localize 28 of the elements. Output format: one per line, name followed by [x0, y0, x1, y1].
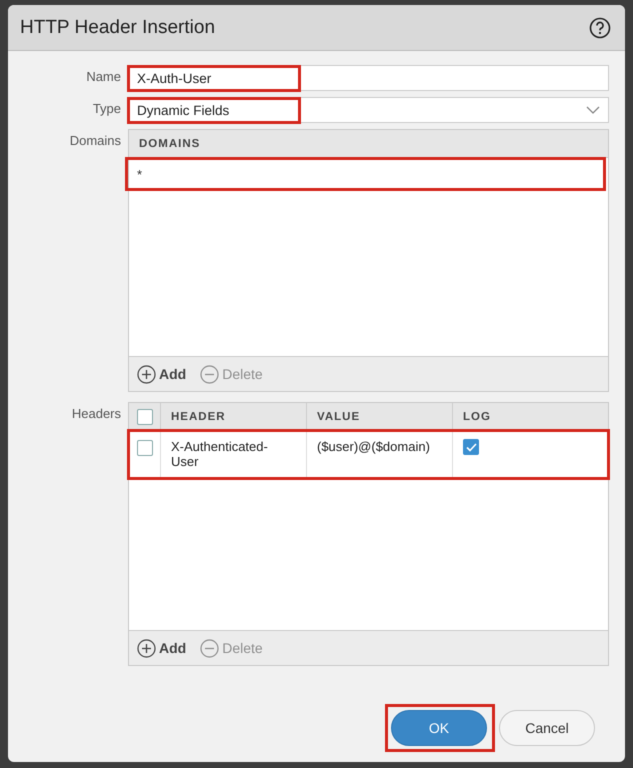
- add-button[interactable]: Add: [137, 364, 186, 384]
- field-label: Domains: [68, 132, 122, 150]
- column-header: LOG: [462, 410, 492, 424]
- help-icon[interactable]: [589, 16, 611, 38]
- cancel-button[interactable]: Cancel: [499, 710, 595, 746]
- field-label: Headers: [70, 405, 122, 423]
- chevron-down-icon: [586, 105, 600, 115]
- column-header: DOMAINS: [138, 136, 202, 152]
- field-label: Name: [85, 68, 122, 86]
- checkbox[interactable]: [463, 439, 479, 455]
- remove-icon: [200, 364, 220, 384]
- table-cell: ($user)@($domain): [317, 439, 430, 454]
- table-cell-text: X-Authenticated-User: [171, 439, 269, 469]
- add-button[interactable]: Add: [137, 638, 186, 658]
- remove-icon: [200, 638, 220, 658]
- check-icon: [466, 442, 476, 452]
- field-label: Type: [92, 100, 122, 118]
- checkbox[interactable]: [136, 408, 152, 424]
- add-icon: [137, 364, 156, 384]
- checkbox[interactable]: [136, 440, 152, 456]
- column-header: HEADER: [161, 403, 307, 430]
- ok-button[interactable]: OK: [391, 710, 487, 746]
- dialog-title: HTTP Header Insertion: [20, 16, 216, 38]
- table-cell: *: [137, 166, 142, 182]
- add-icon: [137, 638, 156, 658]
- column-header: VALUE: [307, 403, 453, 430]
- type-dropdown[interactable]: Dynamic Fields: [128, 97, 609, 123]
- name-field[interactable]: X-Auth-User: [128, 65, 609, 91]
